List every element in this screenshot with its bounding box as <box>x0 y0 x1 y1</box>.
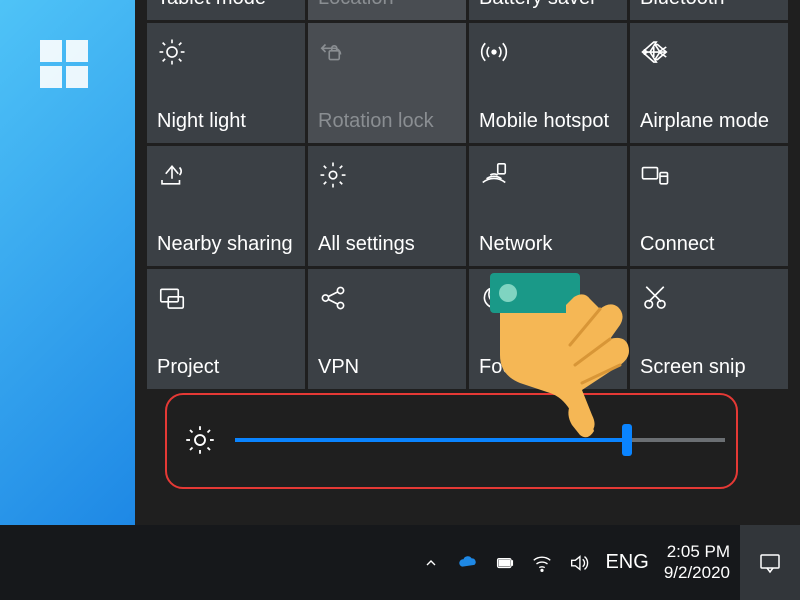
slider-track[interactable] <box>235 438 725 442</box>
network-icon <box>479 160 509 190</box>
tile-label: Location <box>318 0 458 10</box>
tile-label: Tablet mode <box>157 0 297 10</box>
tile-rotation-lock[interactable]: Rotation lock <box>308 23 466 143</box>
taskbar: ENG 2:05 PM 9/2/2020 <box>0 525 800 600</box>
quick-actions-grid: Tablet mode Location Battery saver Bluet… <box>147 0 788 389</box>
tile-label: Nearby sharing <box>157 233 297 256</box>
tile-project[interactable]: Project <box>147 269 305 389</box>
tile-battery-saver[interactable]: Battery saver <box>469 0 627 20</box>
airplane-icon <box>640 37 670 67</box>
clock-date: 9/2/2020 <box>664 563 730 583</box>
tile-night-light[interactable]: Night light <box>147 23 305 143</box>
windows-logo <box>40 40 90 90</box>
onedrive-icon[interactable] <box>457 552 479 574</box>
rotation-lock-icon <box>318 37 348 67</box>
action-center-button[interactable] <box>740 525 800 600</box>
tile-tablet-mode[interactable]: Tablet mode <box>147 0 305 20</box>
tile-mobile-hotspot[interactable]: Mobile hotspot <box>469 23 627 143</box>
desktop-background <box>0 0 135 525</box>
snip-icon <box>640 283 670 313</box>
nearby-sharing-icon <box>157 160 187 190</box>
night-light-icon <box>157 37 187 67</box>
tile-label: Project <box>157 356 297 379</box>
slider-thumb[interactable] <box>622 424 632 456</box>
tile-label: Focus assist <box>479 356 619 379</box>
tile-label: Night light <box>157 110 297 133</box>
tile-airplane-mode[interactable]: Airplane mode <box>630 23 788 143</box>
tile-label: Airplane mode <box>640 110 780 133</box>
tile-label: Battery saver <box>479 0 619 10</box>
taskbar-clock[interactable]: 2:05 PM 9/2/2020 <box>664 542 730 583</box>
tile-label: Connect <box>640 233 780 256</box>
tile-network[interactable]: Network <box>469 146 627 266</box>
brightness-icon <box>185 425 215 455</box>
tile-all-settings[interactable]: All settings <box>308 146 466 266</box>
vpn-icon <box>318 283 348 313</box>
tile-bluetooth[interactable]: Bluetooth <box>630 0 788 20</box>
tile-focus-assist[interactable]: Focus assist <box>469 269 627 389</box>
tile-vpn[interactable]: VPN <box>308 269 466 389</box>
tile-connect[interactable]: Connect <box>630 146 788 266</box>
clock-time: 2:05 PM <box>664 542 730 562</box>
gear-icon <box>318 160 348 190</box>
language-indicator[interactable]: ENG <box>605 551 648 574</box>
tray-overflow-chevron-icon[interactable] <box>420 552 442 574</box>
project-icon <box>157 283 187 313</box>
tile-label: Mobile hotspot <box>479 110 619 133</box>
wifi-icon[interactable] <box>531 552 553 574</box>
tile-label: Rotation lock <box>318 110 458 133</box>
tile-location[interactable]: Location <box>308 0 466 20</box>
tile-label: Network <box>479 233 619 256</box>
battery-icon[interactable] <box>494 552 516 574</box>
tile-label: Bluetooth <box>640 0 780 10</box>
tile-nearby-sharing[interactable]: Nearby sharing <box>147 146 305 266</box>
brightness-slider[interactable] <box>185 405 725 475</box>
tile-screen-snip[interactable]: Screen snip <box>630 269 788 389</box>
volume-icon[interactable] <box>568 552 590 574</box>
tile-label: Screen snip <box>640 356 780 379</box>
moon-icon <box>479 283 509 313</box>
hotspot-icon <box>479 37 509 67</box>
tile-label: All settings <box>318 233 458 256</box>
tile-label: VPN <box>318 356 458 379</box>
connect-icon <box>640 160 670 190</box>
system-tray: ENG 2:05 PM 9/2/2020 <box>420 525 730 600</box>
slider-fill <box>235 438 627 442</box>
